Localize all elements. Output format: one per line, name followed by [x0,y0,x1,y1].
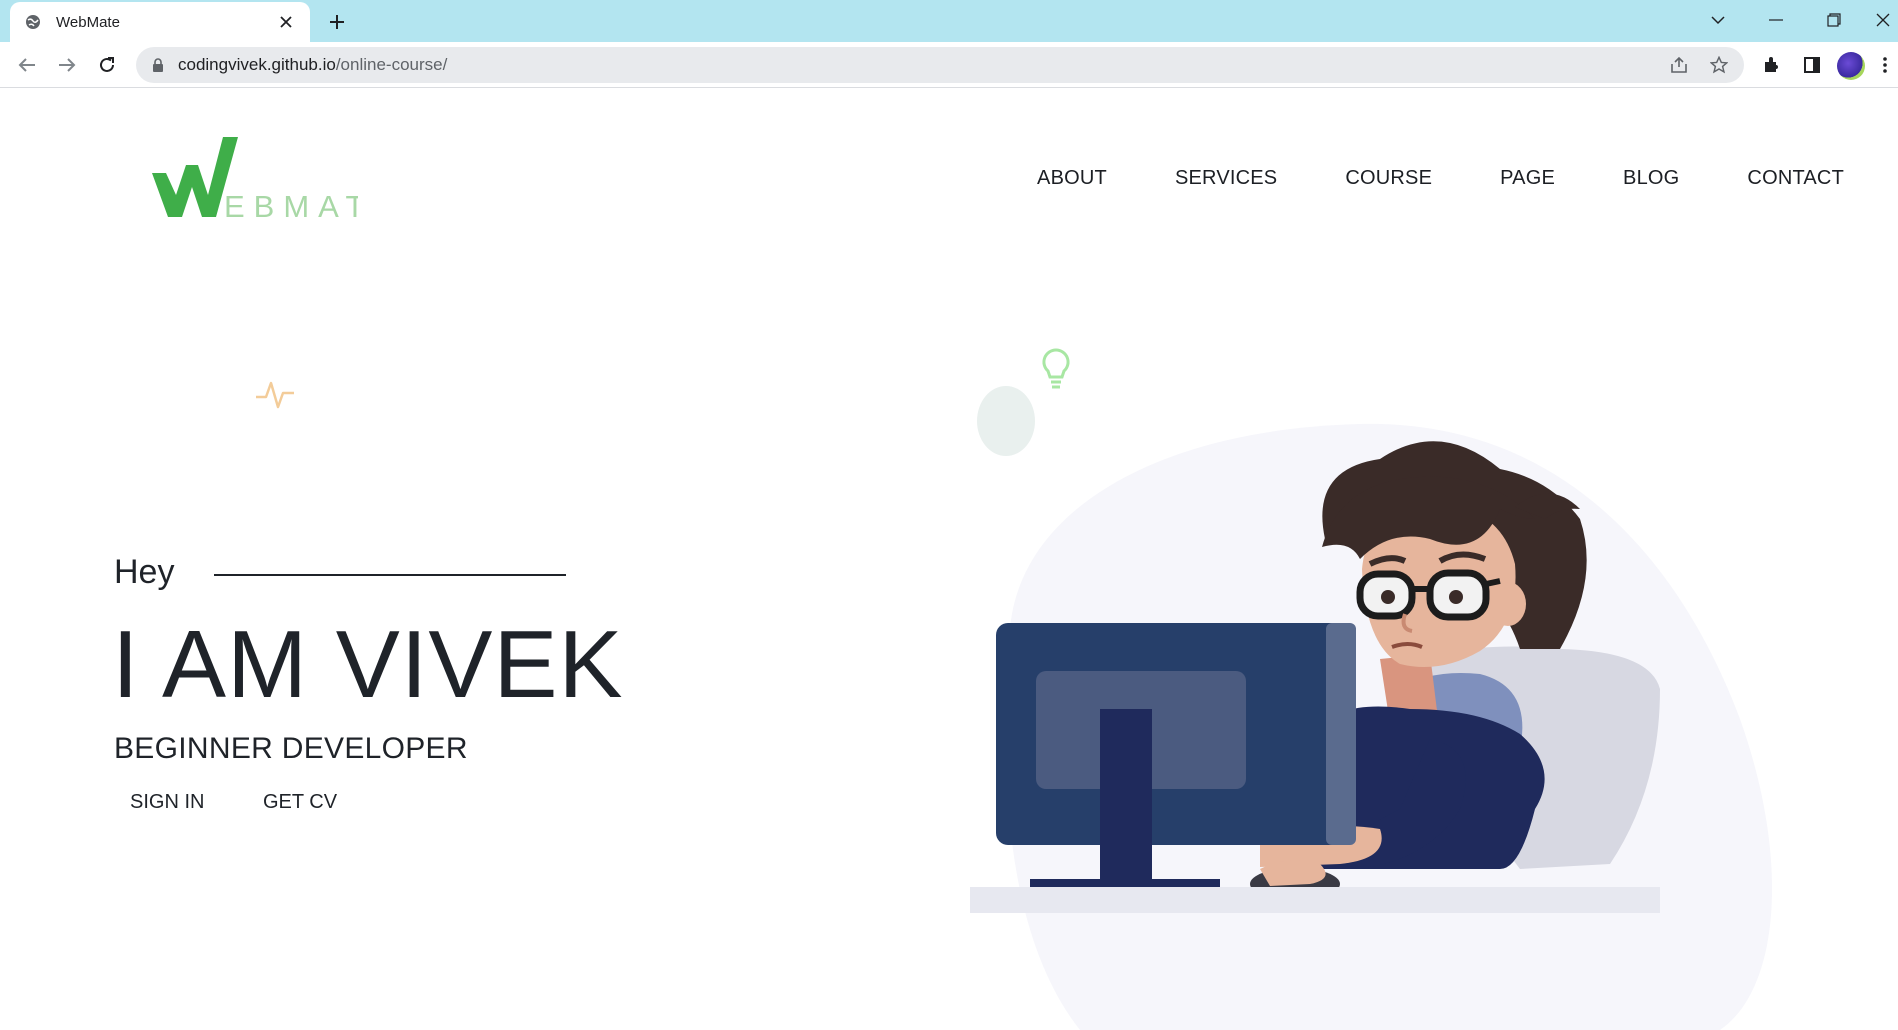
nav-contact[interactable]: CONTACT [1747,167,1844,190]
greeting-line [214,573,567,576]
get-cv-button[interactable]: GET CV [263,791,337,814]
forward-icon[interactable] [52,50,82,80]
nav-about[interactable]: ABOUT [1037,167,1107,190]
share-icon[interactable] [1666,52,1692,78]
page-content: EBMATE ABOUT SERVICES COURSE PAGE BLOG C… [0,89,1898,1030]
new-tab-icon[interactable] [322,9,352,35]
menu-kebab-icon[interactable] [1876,52,1894,78]
minimize-icon[interactable] [1756,6,1796,34]
lock-icon[interactable] [150,57,166,73]
greeting-text: Hey [114,553,175,591]
nav-course[interactable]: COURSE [1345,167,1432,190]
main-nav: ABOUT SERVICES COURSE PAGE BLOG CONTACT [969,167,1844,190]
close-window-icon[interactable] [1868,6,1898,34]
hero-headline: I AM VIVEK [112,611,624,718]
globe-icon [24,13,42,31]
browser-tabstrip: WebMate [0,0,1898,42]
heartbeat-icon [254,373,296,418]
sign-in-button[interactable]: SIGN IN [130,791,204,814]
side-panel-icon[interactable] [1799,52,1825,78]
tab-title: WebMate [56,13,120,31]
hero-subtitle: BEGINNER DEVELOPER [114,732,468,765]
tab-search-icon[interactable] [1698,6,1738,34]
close-tab-icon[interactable] [276,12,296,32]
profile-avatar[interactable] [1837,52,1865,80]
logo-text: EBMATE [224,189,358,223]
extensions-icon[interactable] [1759,52,1785,78]
url-text: codingvivek.github.io/online-course/ [178,55,447,75]
browser-toolbar: codingvivek.github.io/online-course/ [0,42,1898,88]
developer-illustration [970,423,1773,1030]
nav-page[interactable]: PAGE [1500,167,1555,190]
address-bar[interactable]: codingvivek.github.io/online-course/ [136,47,1744,83]
restore-icon[interactable] [1814,6,1854,34]
url-host: codingvivek.github.io [178,55,336,74]
nav-blog[interactable]: BLOG [1623,167,1679,190]
nav-services[interactable]: SERVICES [1175,167,1277,190]
url-path: /online-course/ [335,55,448,74]
reload-icon[interactable] [92,50,122,80]
greeting-row: Hey [114,553,567,592]
webmate-logo[interactable]: EBMATE [148,131,394,224]
back-icon[interactable] [12,50,42,80]
browser-tab[interactable]: WebMate [10,2,310,42]
bookmark-star-icon[interactable] [1706,52,1732,78]
